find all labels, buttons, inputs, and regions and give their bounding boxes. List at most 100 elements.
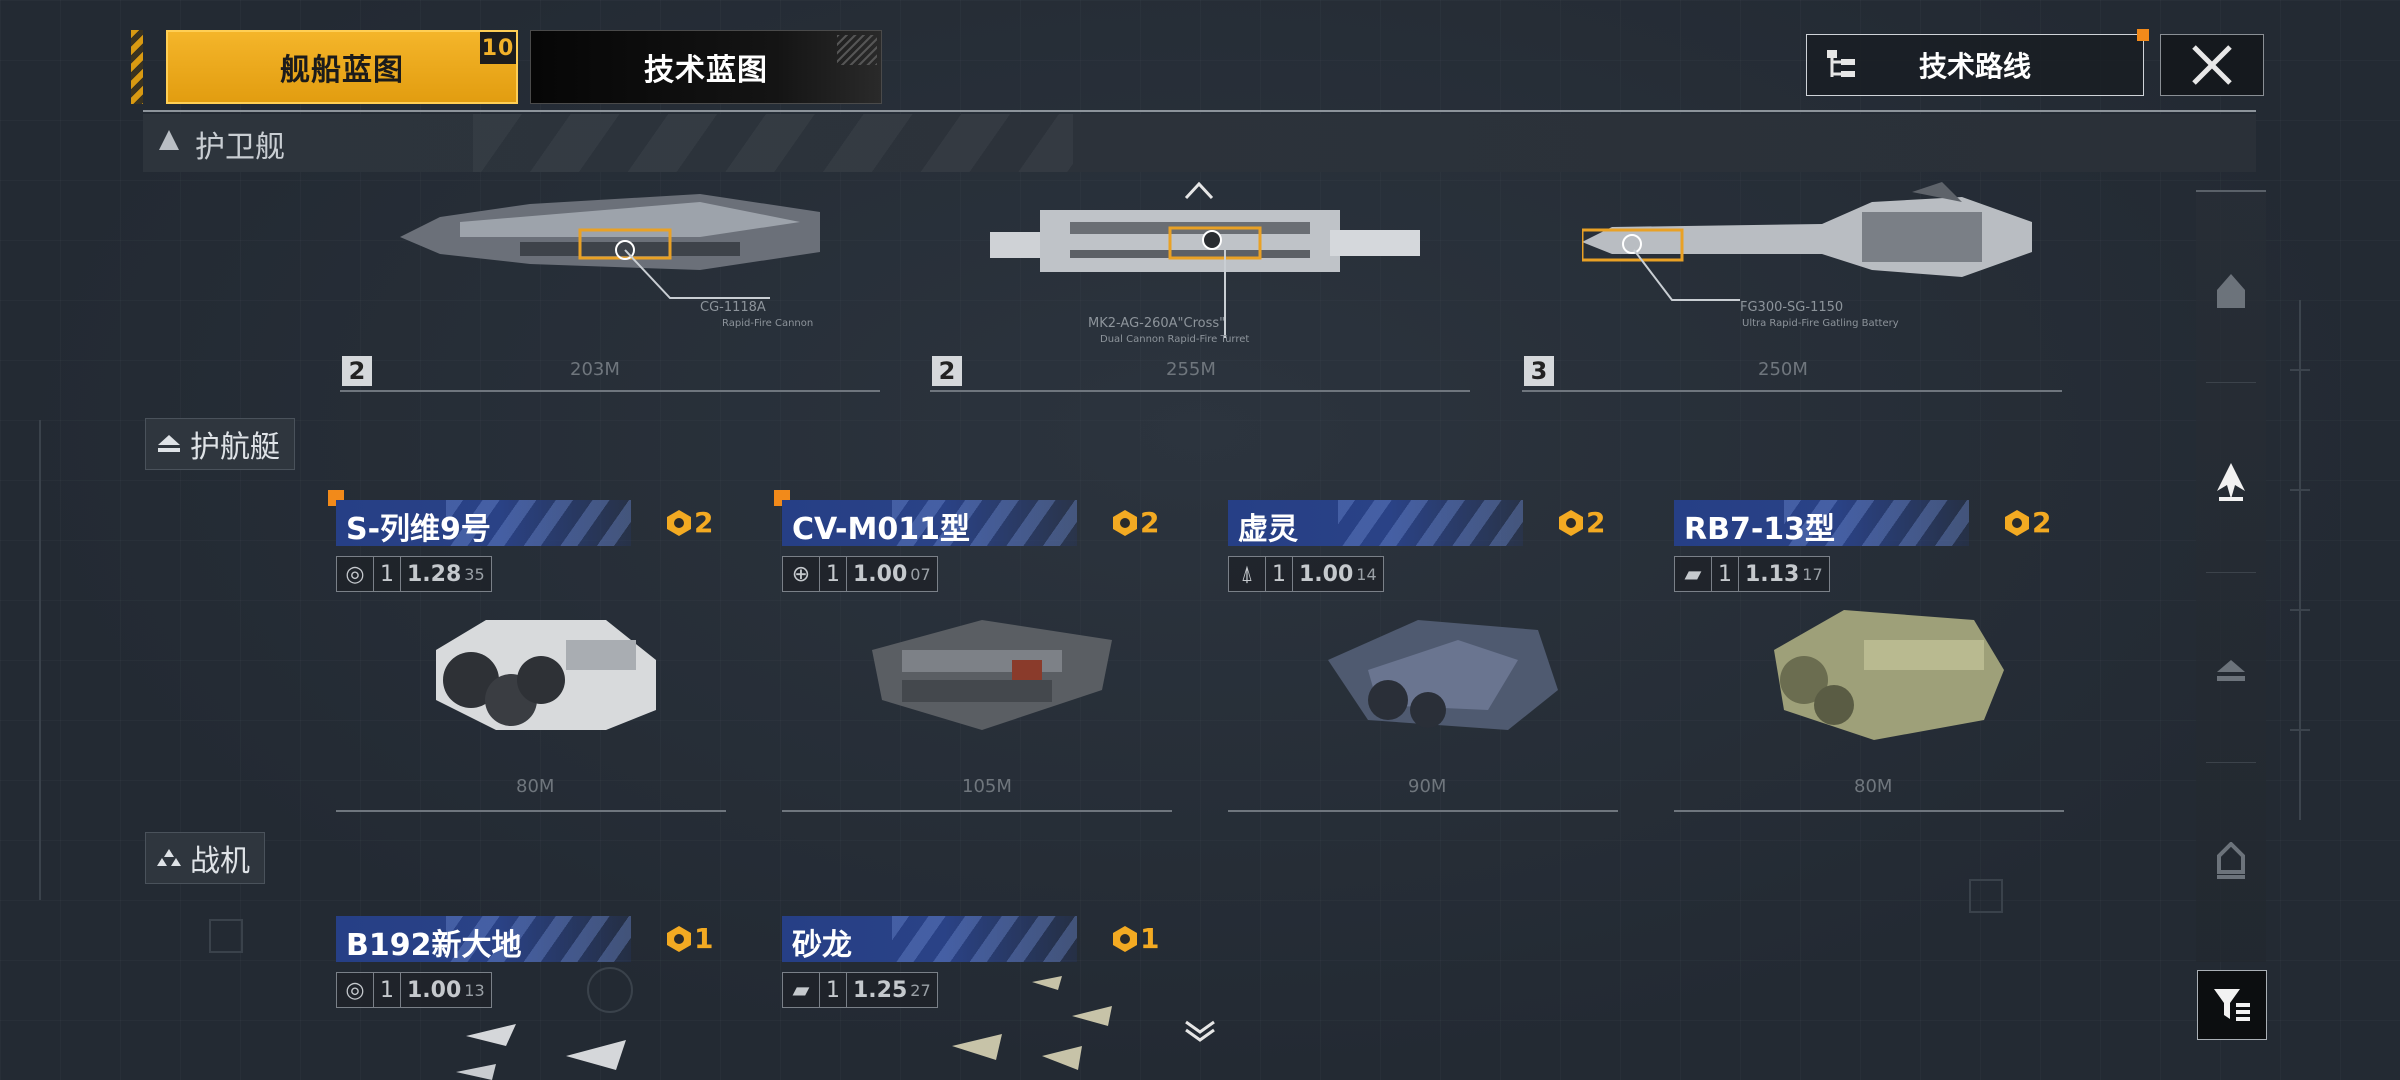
escort-category-label: 护航艇 bbox=[145, 418, 295, 470]
frigate-class-icon bbox=[2217, 463, 2245, 501]
ship-blueprint-count-badge: 10 bbox=[480, 32, 516, 64]
tab-tech-blueprint-label: 技术蓝图 bbox=[644, 53, 768, 88]
hexagon-token-icon bbox=[667, 509, 691, 536]
frigate-card[interactable]: CG-1118A Rapid-Fire Cannon 2 203M bbox=[340, 172, 880, 392]
rail-divider bbox=[2206, 382, 2256, 383]
ship-cost-value: 2 bbox=[1586, 506, 1606, 539]
cruiser-class-icon bbox=[2217, 274, 2245, 308]
escort-category-text: 护航艇 bbox=[190, 430, 280, 465]
fighter-ship-card[interactable]: 砂龙 1 ▰ 1 1.25 27 bbox=[782, 916, 1172, 1080]
escort-ship-card[interactable]: RB7-13型 2 ▰ 1 1.13 17 80M bbox=[1674, 500, 2064, 812]
ship-stat: 1.00 13 bbox=[401, 973, 491, 1007]
tech-tree-icon bbox=[1827, 50, 1855, 77]
escort-ship-card[interactable]: S-列维9号 2 ◎ 1 1.28 35 80M bbox=[328, 490, 726, 812]
ship-image bbox=[1774, 610, 2004, 740]
hexagon-token-icon bbox=[1113, 925, 1137, 952]
ship-image bbox=[1328, 620, 1558, 730]
ship-cost: 2 bbox=[1112, 506, 1159, 539]
ship-stat-sub: 13 bbox=[464, 980, 485, 1000]
side-ruler bbox=[2290, 300, 2310, 820]
tech-route-label: 技术路线 bbox=[1918, 50, 2031, 83]
frigate-card[interactable]: FG300-SG-1150 Ultra Rapid-Fire Gatling B… bbox=[1522, 172, 2062, 392]
ship-name: RB7-13型 bbox=[1684, 512, 1836, 547]
ship-level: 1 bbox=[1266, 557, 1293, 591]
ship-name: 虚灵 bbox=[1238, 512, 1298, 547]
fighter-category-label: 战机 bbox=[145, 832, 265, 884]
hexagon-token-icon bbox=[1559, 509, 1583, 536]
manufacturer-icon: ▰ bbox=[1675, 557, 1712, 591]
escort-class-icon bbox=[2217, 660, 2245, 681]
tab-ship-blueprint-label: 舰船蓝图 bbox=[280, 53, 404, 88]
weapon-label: FG300-SG-1150 bbox=[1740, 300, 1844, 315]
weapon-label: CG-1118A bbox=[700, 300, 766, 315]
ship-stat-box: ◎ 1 1.00 13 bbox=[336, 972, 492, 1008]
ship-count-badge: 2 bbox=[342, 356, 372, 386]
close-icon bbox=[2192, 45, 2232, 85]
ship-length: 203M bbox=[570, 359, 620, 380]
hexagon-token-icon bbox=[667, 925, 691, 952]
chevron-up-icon[interactable] bbox=[1184, 180, 1214, 200]
filter-button[interactable] bbox=[2197, 970, 2267, 1040]
rail-escort-button[interactable] bbox=[2196, 642, 2266, 702]
ship-length: 255M bbox=[1166, 359, 1216, 380]
ship-name: B192新大地 bbox=[346, 928, 522, 963]
weapon-sublabel: Ultra Rapid-Fire Gatling Battery bbox=[1742, 318, 1899, 329]
frigate-section-header[interactable]: 护卫舰 bbox=[143, 114, 2256, 172]
ship-length: 90M bbox=[1408, 776, 1447, 797]
ship-count-badge: 3 bbox=[1524, 356, 1554, 386]
tab-ship-blueprint[interactable]: 舰船蓝图 10 bbox=[166, 30, 518, 104]
notification-dot bbox=[2137, 29, 2149, 41]
ship-name: S-列维9号 bbox=[346, 512, 491, 547]
ship-cost: 2 bbox=[666, 506, 713, 539]
decorative-stripe bbox=[131, 30, 143, 104]
ship-cost: 1 bbox=[666, 922, 713, 955]
ship-name: CV-M011型 bbox=[792, 512, 970, 547]
hexagon-token-icon bbox=[1113, 509, 1137, 536]
weapon-callout-line bbox=[1633, 249, 1740, 301]
ship-cost-value: 1 bbox=[694, 922, 714, 955]
chevron-down-icon[interactable] bbox=[1184, 1018, 1216, 1042]
ship-length: 80M bbox=[1854, 776, 1893, 797]
category-rail bbox=[2196, 190, 2266, 962]
ship-stat-value: 1.00 bbox=[407, 977, 462, 1003]
fighter-ship-card[interactable]: B192新大地 1 ◎ 1 1.00 13 bbox=[336, 916, 726, 1080]
weapon-label: MK2-AG-260A"Cross" bbox=[1088, 316, 1226, 331]
ship-image bbox=[436, 620, 656, 730]
header-hatch bbox=[473, 114, 1073, 172]
escort-class-icon bbox=[158, 435, 180, 452]
ship-length: 80M bbox=[516, 776, 555, 797]
tab-tech-blueprint[interactable]: 技术蓝图 bbox=[530, 30, 882, 104]
rail-carrier-button[interactable] bbox=[2196, 832, 2266, 892]
escort-ship-card[interactable]: 虚灵 2 ⍋ 1 1.00 14 90M bbox=[1228, 500, 1618, 812]
frigate-ship-image bbox=[990, 210, 1420, 272]
tech-route-button[interactable]: 技术路线 bbox=[1806, 29, 2149, 96]
ship-cost-value: 2 bbox=[694, 506, 714, 539]
hexagon-token-icon bbox=[2005, 509, 2029, 536]
ship-cost: 2 bbox=[2004, 506, 2051, 539]
ship-cost-value: 2 bbox=[2032, 506, 2052, 539]
ship-name: 砂龙 bbox=[792, 928, 852, 963]
ship-level: 1 bbox=[1712, 557, 1739, 591]
rail-cruiser-button[interactable] bbox=[2196, 262, 2266, 322]
ship-image bbox=[456, 1024, 626, 1080]
filter-icon bbox=[2214, 989, 2250, 1021]
ship-cost: 2 bbox=[1558, 506, 1605, 539]
frigate-card[interactable]: MK2-AG-260A"Cross" Dual Cannon Rapid-Fir… bbox=[930, 172, 1470, 392]
ship-level: 1 bbox=[374, 973, 401, 1007]
collapse-triangle-icon bbox=[159, 130, 179, 150]
ship-length: 105M bbox=[962, 776, 1012, 797]
ship-length: 250M bbox=[1758, 359, 1808, 380]
rail-frigate-button[interactable] bbox=[2196, 452, 2266, 512]
ship-cost: 1 bbox=[1112, 922, 1159, 955]
tab-corner-decoration bbox=[837, 35, 877, 65]
manufacturer-icon: ◎ bbox=[337, 973, 374, 1007]
ship-level: 1 bbox=[820, 557, 847, 591]
rail-divider bbox=[2206, 572, 2256, 573]
ship-image bbox=[872, 620, 1112, 730]
close-button[interactable] bbox=[2160, 34, 2264, 96]
manufacturer-icon: ⊕ bbox=[783, 557, 820, 591]
escort-ship-card[interactable]: CV-M011型 2 ⊕ 1 1.00 07 105M bbox=[774, 490, 1172, 812]
weapon-sublabel: Dual Cannon Rapid-Fire Turret bbox=[1100, 334, 1250, 345]
ship-level: 1 bbox=[820, 973, 847, 1007]
ship-image bbox=[952, 976, 1112, 1070]
